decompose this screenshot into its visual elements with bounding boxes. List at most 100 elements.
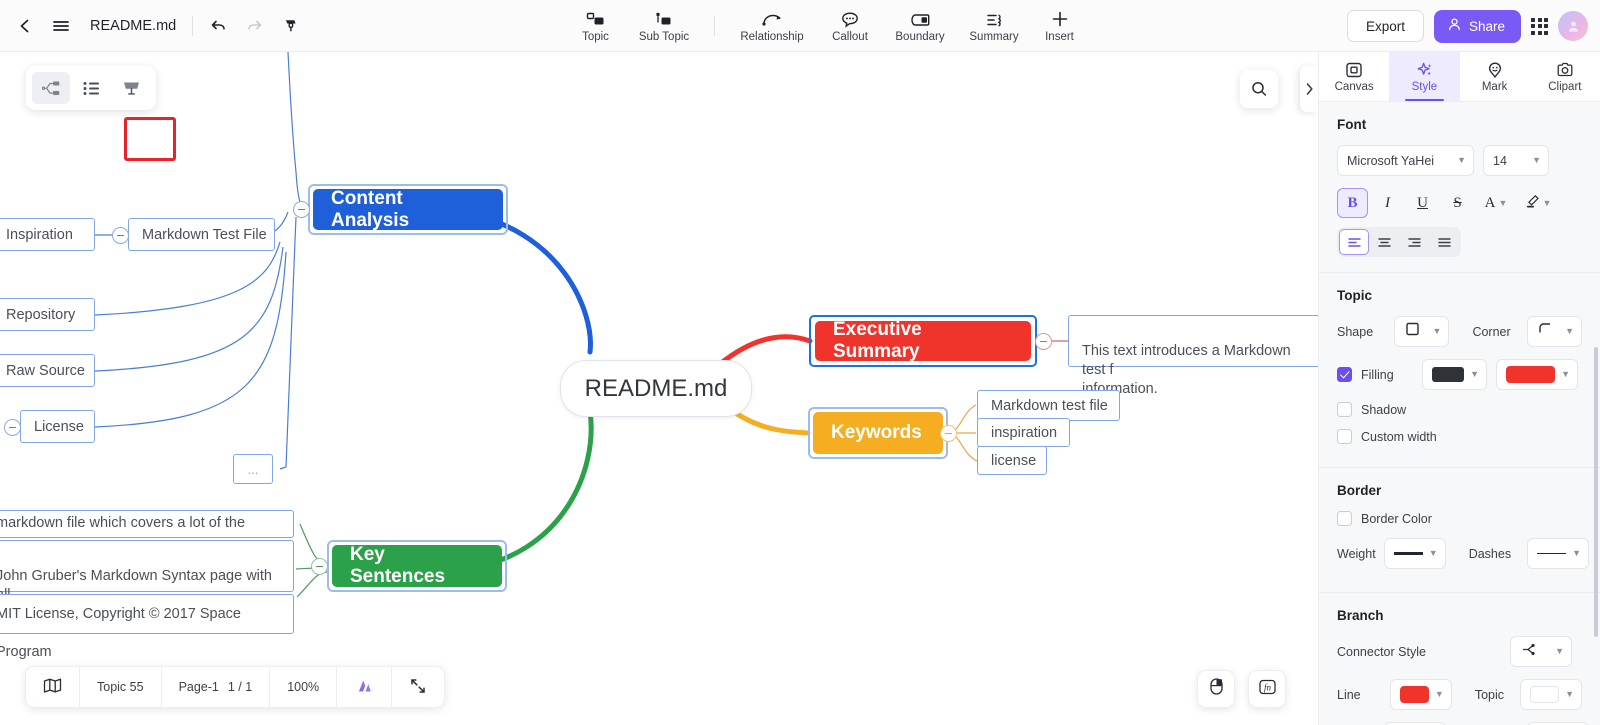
ai-assistant-button[interactable] bbox=[337, 666, 393, 708]
node-keyword-license[interactable]: license bbox=[977, 446, 1047, 475]
collapse-toggle-content-analysis[interactable] bbox=[293, 201, 310, 218]
underline-button[interactable]: U bbox=[1407, 188, 1438, 218]
border-dashes-select[interactable]: ▼ bbox=[1527, 538, 1590, 569]
section-font-title: Font bbox=[1337, 117, 1367, 132]
node-license[interactable]: License bbox=[20, 410, 95, 443]
page-indicator[interactable]: Page-1 1 / 1 bbox=[162, 666, 271, 708]
branch-line-label: Line bbox=[1337, 687, 1361, 702]
redo-button[interactable] bbox=[237, 9, 271, 43]
collapse-toggle-executive-summary[interactable] bbox=[1035, 333, 1052, 350]
canvas-icon bbox=[1345, 60, 1363, 79]
collapse-toggle-key-sentences[interactable] bbox=[311, 558, 328, 575]
topic-count[interactable]: Topic 55 bbox=[80, 666, 162, 708]
highlight-button[interactable]: ▼ bbox=[1519, 188, 1557, 218]
undo-button[interactable] bbox=[201, 9, 235, 43]
filling-color-select-2[interactable]: ▼ bbox=[1496, 359, 1578, 390]
tool-summary-label: Summary bbox=[969, 31, 1019, 43]
font-family-select[interactable]: Microsoft YaHei ▼ bbox=[1337, 145, 1474, 176]
hamburger-menu-button[interactable] bbox=[44, 9, 78, 43]
fullscreen-button[interactable] bbox=[392, 666, 444, 708]
tool-topic-label: Topic bbox=[582, 31, 609, 43]
mouse-mode-button[interactable] bbox=[1197, 670, 1235, 708]
chevron-down-icon: ▼ bbox=[1565, 326, 1574, 336]
node-sentence-1[interactable]: markdown file which covers a lot of the … bbox=[0, 510, 294, 556]
tab-style[interactable]: Style bbox=[1389, 52, 1460, 101]
font-size-select[interactable]: 14 ▼ bbox=[1483, 145, 1549, 176]
node-raw-source[interactable]: Raw Source bbox=[0, 354, 95, 387]
connector-style-label: Connector Style bbox=[1337, 644, 1426, 659]
panel-toggle-button[interactable] bbox=[1300, 66, 1318, 112]
page-label: Page-1 bbox=[178, 680, 219, 694]
filling-checkbox[interactable] bbox=[1337, 367, 1352, 382]
node-markdown-test-file[interactable]: Markdown Test File bbox=[128, 218, 275, 251]
tool-summary[interactable]: Summary bbox=[958, 1, 1030, 51]
view-mode-toolbar bbox=[26, 66, 156, 110]
node-keywords[interactable]: Keywords bbox=[813, 412, 943, 454]
mindmap-canvas[interactable]: Inspiration Markdown Test File Repositor… bbox=[0, 52, 1318, 725]
tool-topic[interactable]: Topic bbox=[566, 1, 625, 51]
tool-boundary[interactable]: Boundary bbox=[882, 1, 958, 51]
node-executive-summary[interactable]: Executive Summary bbox=[815, 319, 1031, 362]
text-color-button[interactable]: A ▼ bbox=[1477, 188, 1515, 218]
bold-button[interactable]: B bbox=[1337, 188, 1368, 218]
minimap-button[interactable] bbox=[26, 666, 80, 708]
node-more-ellipsis[interactable]: ... bbox=[233, 454, 273, 484]
share-button[interactable]: Share bbox=[1433, 9, 1521, 43]
formula-button[interactable]: fn bbox=[1248, 670, 1286, 708]
custom-width-checkbox[interactable] bbox=[1337, 429, 1352, 444]
branch-line-color-select[interactable]: ▼ bbox=[1389, 679, 1452, 710]
tab-canvas[interactable]: Canvas bbox=[1319, 52, 1389, 101]
tool-callout[interactable]: Callout bbox=[818, 1, 882, 51]
avatar[interactable] bbox=[1558, 11, 1588, 41]
collapse-toggle-keywords[interactable] bbox=[940, 425, 957, 442]
branch-topic-color-select[interactable]: ▼ bbox=[1520, 679, 1582, 710]
node-summary-note[interactable]: This text introduces a Markdown test f i… bbox=[1068, 315, 1318, 397]
border-weight-select[interactable]: ▼ bbox=[1383, 538, 1446, 569]
collapse-toggle-license[interactable] bbox=[4, 419, 21, 436]
node-inspiration[interactable]: Inspiration bbox=[0, 218, 95, 251]
collapse-toggle-markdown-test-file[interactable] bbox=[112, 227, 129, 244]
italic-button[interactable]: I bbox=[1372, 188, 1403, 218]
filling-color-select-1[interactable]: ▼ bbox=[1422, 359, 1487, 390]
grid-apps-icon[interactable] bbox=[1531, 17, 1548, 35]
export-button[interactable]: Export bbox=[1346, 10, 1424, 42]
presentation-icon[interactable] bbox=[112, 72, 150, 104]
text-align-group bbox=[1337, 227, 1461, 257]
shadow-checkbox[interactable] bbox=[1337, 402, 1352, 417]
node-repository[interactable]: Repository bbox=[0, 298, 95, 331]
align-left-button[interactable] bbox=[1339, 229, 1369, 255]
outline-list-icon[interactable] bbox=[72, 72, 110, 104]
corner-select[interactable]: ▼ bbox=[1526, 316, 1582, 347]
align-justify-button[interactable] bbox=[1429, 229, 1459, 255]
connector-style-select[interactable]: ▼ bbox=[1510, 636, 1572, 667]
tab-mark[interactable]: Mark bbox=[1460, 52, 1530, 101]
tool-relationship[interactable]: Relationship bbox=[726, 1, 818, 51]
tool-insert[interactable]: Insert bbox=[1030, 1, 1089, 51]
node-sentence-3[interactable]: MIT License, Copyright © 2017 Space Prog… bbox=[0, 594, 294, 660]
border-color-checkbox[interactable] bbox=[1337, 511, 1352, 526]
node-content-analysis[interactable]: Content Analysis bbox=[313, 188, 503, 231]
node-sentence-2[interactable]: John Gruber's Markdown Syntax page with … bbox=[0, 540, 294, 622]
mindmap-icon[interactable] bbox=[32, 72, 70, 104]
node-keyword-markdown-test-file[interactable]: Markdown test file bbox=[977, 390, 1120, 421]
font-size-value: 14 bbox=[1493, 153, 1507, 168]
strikethrough-button[interactable]: S bbox=[1442, 188, 1473, 218]
zoom-level[interactable]: 100% bbox=[270, 666, 338, 708]
back-button[interactable] bbox=[8, 9, 42, 43]
node-key-sentences[interactable]: Key Sentences bbox=[332, 544, 502, 587]
align-right-button[interactable] bbox=[1399, 229, 1429, 255]
tab-clipart[interactable]: Clipart bbox=[1530, 52, 1600, 101]
shape-select[interactable]: ▼ bbox=[1394, 316, 1450, 347]
search-icon[interactable] bbox=[1240, 70, 1278, 108]
tool-sub-topic[interactable]: Sub Topic bbox=[625, 1, 703, 51]
chevron-down-icon: ▼ bbox=[1470, 369, 1479, 379]
align-center-button[interactable] bbox=[1369, 229, 1399, 255]
callout-icon bbox=[839, 8, 861, 29]
document-title[interactable]: README.md bbox=[80, 18, 190, 34]
node-root-readme[interactable]: README.md bbox=[560, 360, 752, 417]
chevron-down-icon: ▼ bbox=[1428, 548, 1438, 558]
format-painter-button[interactable] bbox=[273, 9, 307, 43]
panel-scrollbar[interactable] bbox=[1593, 347, 1598, 637]
node-keyword-inspiration[interactable]: inspiration bbox=[977, 418, 1070, 447]
sub-topic-icon bbox=[653, 8, 675, 29]
